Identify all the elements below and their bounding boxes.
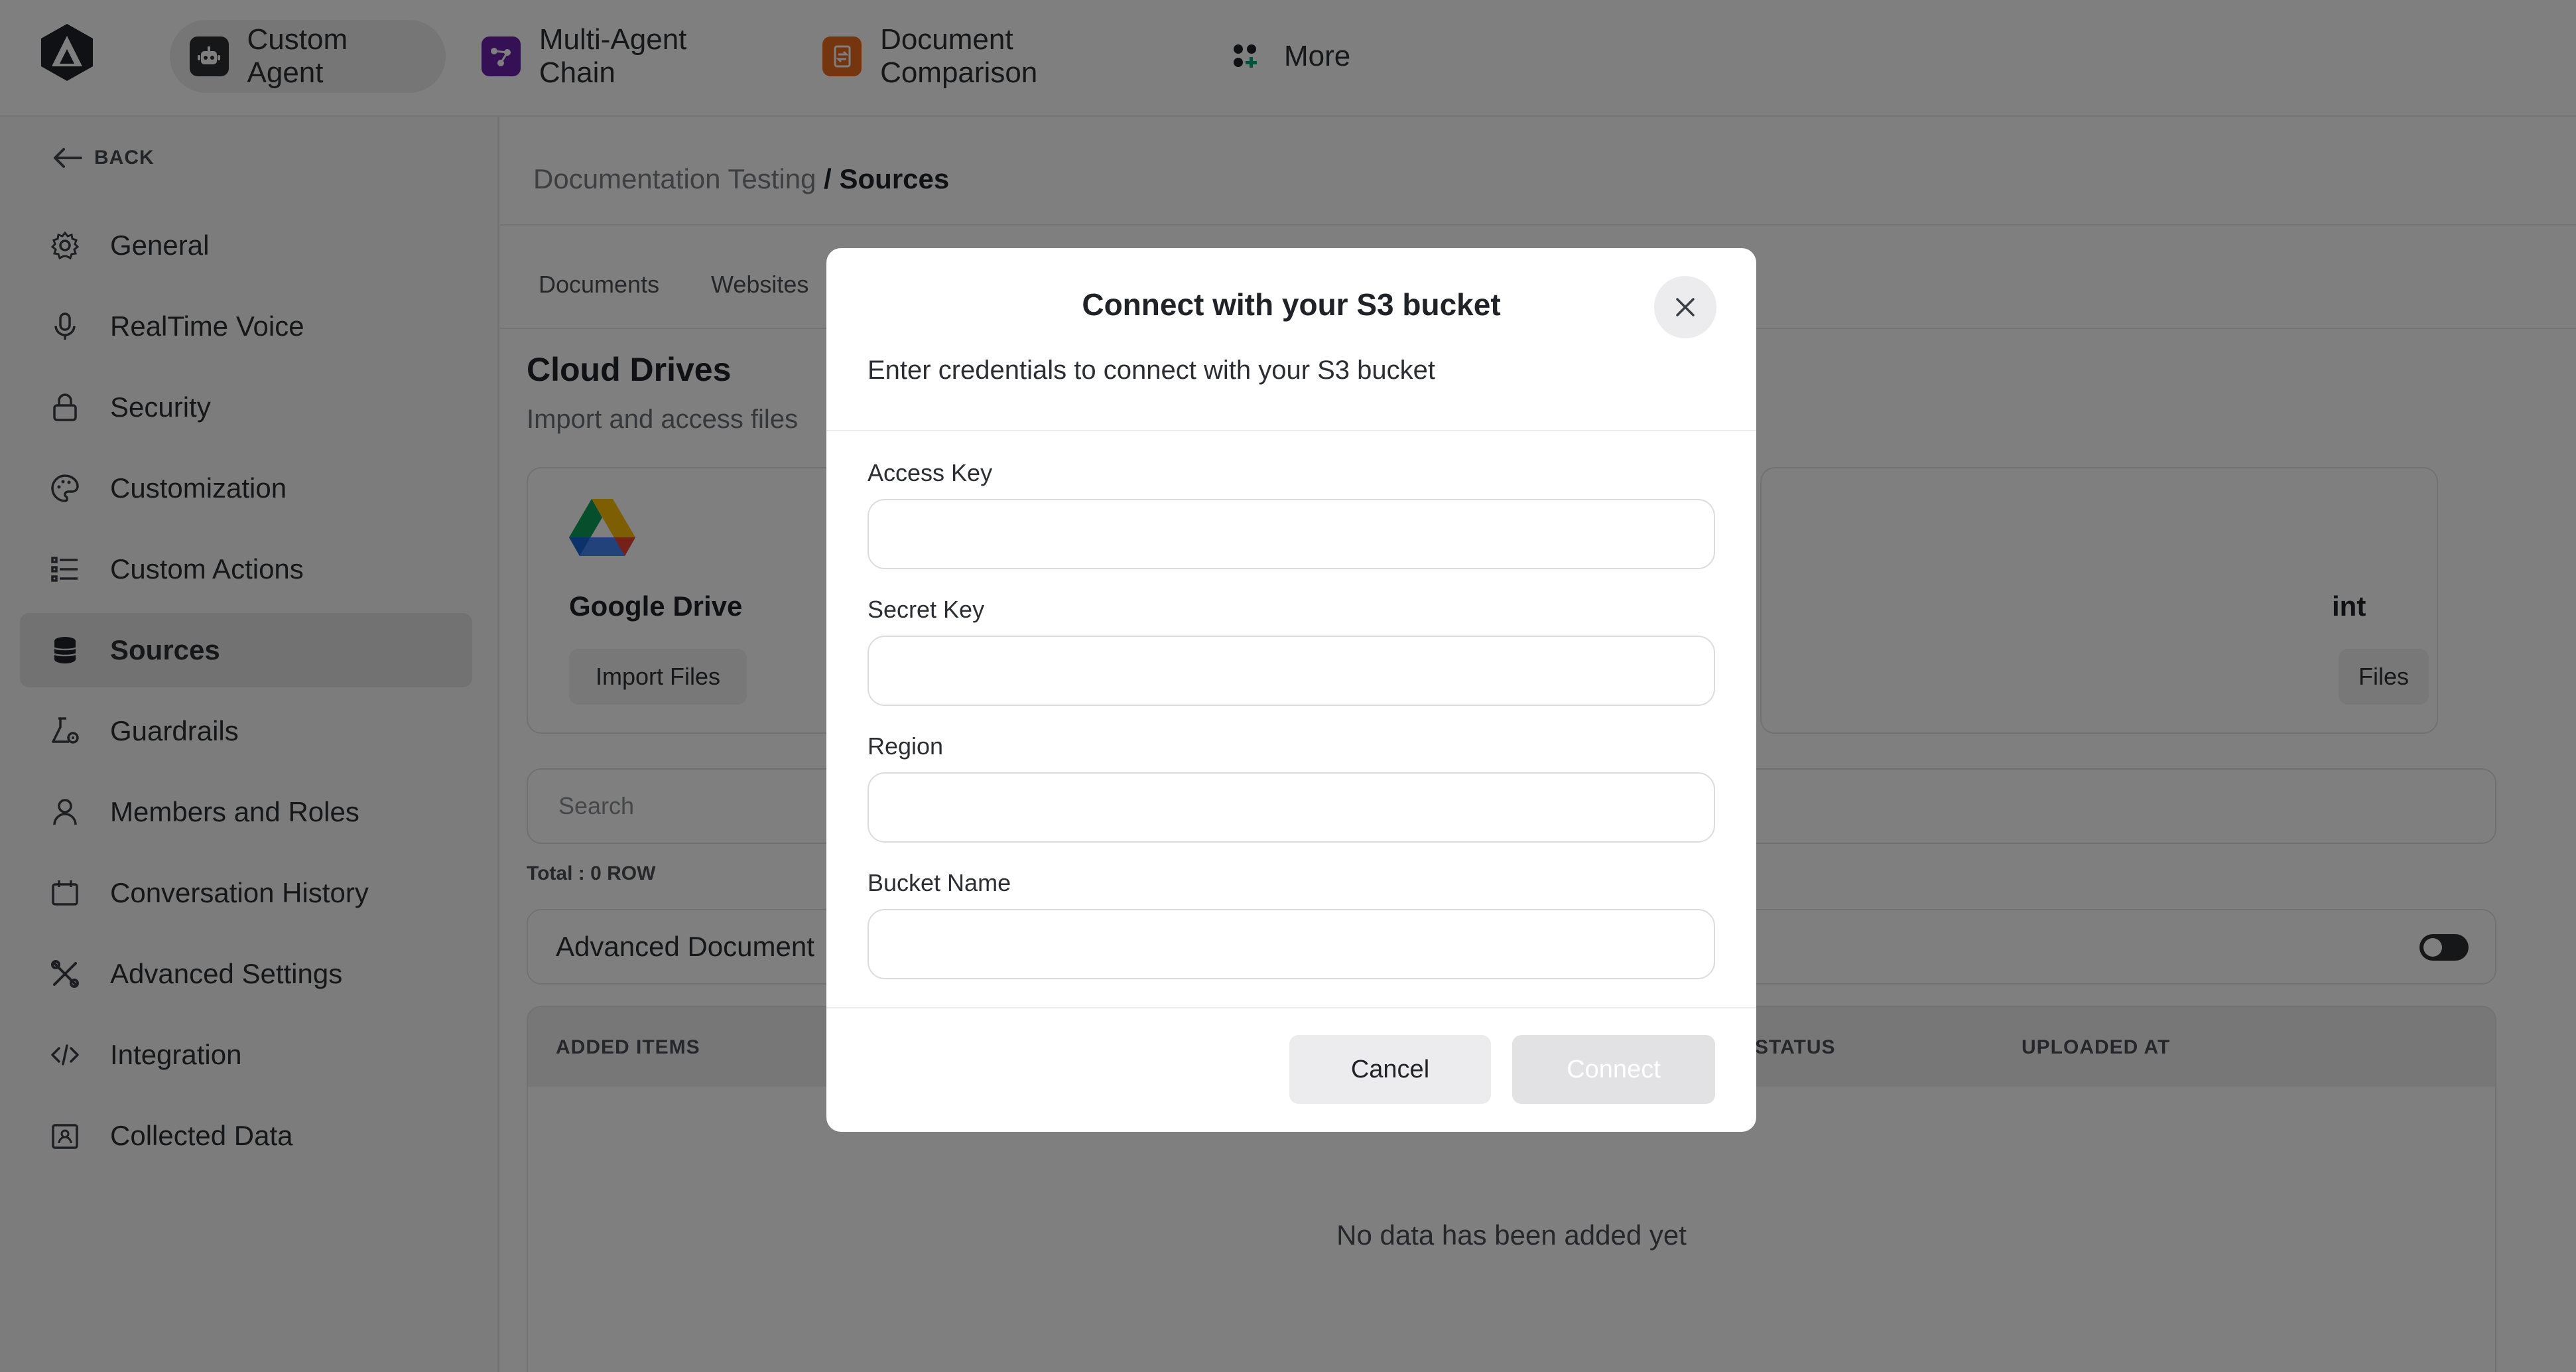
close-icon xyxy=(1676,298,1695,316)
modal-header-divider xyxy=(826,430,1756,431)
connect-button[interactable]: Connect xyxy=(1512,1035,1715,1104)
cancel-button[interactable]: Cancel xyxy=(1289,1035,1491,1104)
bucket-name-input[interactable] xyxy=(868,909,1715,979)
region-input[interactable] xyxy=(868,772,1715,843)
close-button[interactable] xyxy=(1654,276,1716,338)
modal-description: Enter credentials to connect with your S… xyxy=(868,356,1436,385)
modal-title: Connect with your S3 bucket xyxy=(1082,287,1501,322)
bucket-name-label: Bucket Name xyxy=(868,869,1011,896)
region-label: Region xyxy=(868,732,944,760)
modal-footer-divider xyxy=(826,1007,1756,1008)
secret-key-input[interactable] xyxy=(868,636,1715,706)
secret-key-label: Secret Key xyxy=(868,596,985,623)
access-key-input[interactable] xyxy=(868,499,1715,569)
s3-connect-modal: Connect with your S3 bucket Enter creden… xyxy=(826,248,1756,1132)
access-key-label: Access Key xyxy=(868,459,993,486)
